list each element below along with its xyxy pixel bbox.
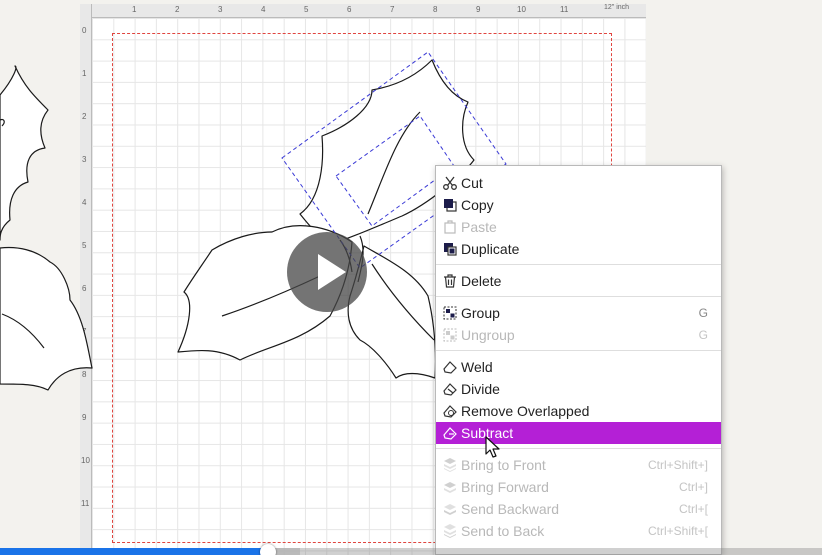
menu-item-label: Group: [461, 305, 500, 321]
menu-item-send-backward: Send Backward Ctrl+[: [436, 498, 721, 520]
menu-item-label: Send Backward: [461, 501, 560, 517]
left-offscreen-leaf[interactable]: [0, 65, 49, 241]
menu-item-weld[interactable]: Weld: [436, 356, 721, 378]
menu-item-paste: Paste: [436, 216, 721, 238]
menu-item-cut[interactable]: Cut: [436, 172, 721, 194]
menu-item-shortcut: G: [698, 306, 708, 320]
duplicate-icon: [444, 243, 457, 256]
menu-item-label: Send to Back: [461, 523, 545, 539]
trash-icon: [444, 274, 456, 288]
bring-forward-icon: [444, 482, 456, 493]
group-icon: [443, 306, 457, 320]
paste-icon: [444, 220, 456, 234]
menu-item-shortcut: Ctrl+[: [678, 502, 708, 516]
menu-item-shortcut: Ctrl+Shift+[: [647, 524, 708, 538]
context-menu: Cut Copy Paste Duplicate Delete Group G …: [435, 165, 722, 555]
video-progress-bar[interactable]: [0, 548, 822, 555]
scissors-icon: [443, 176, 457, 190]
subtract-icon: [443, 427, 457, 440]
menu-item-label: Weld: [461, 359, 493, 375]
menu-item-duplicate[interactable]: Duplicate: [436, 238, 721, 260]
menu-item-label: Paste: [461, 219, 497, 235]
menu-item-label: Bring Forward: [461, 479, 549, 495]
mouse-cursor-icon: [485, 436, 500, 458]
menu-item-bring-forward: Bring Forward Ctrl+]: [436, 476, 721, 498]
menu-separator: [436, 448, 721, 449]
video-scrub-handle[interactable]: [259, 544, 276, 555]
menu-item-label: Remove Overlapped: [461, 403, 590, 419]
menu-item-ungroup: Ungroup G: [436, 324, 721, 346]
menu-item-remove-overlapped[interactable]: Remove Overlapped: [436, 400, 721, 422]
menu-separator: [436, 350, 721, 351]
menu-item-label: Copy: [461, 197, 494, 213]
menu-item-label: Divide: [461, 381, 500, 397]
video-play-button[interactable]: [287, 232, 367, 312]
send-to-back-icon: [444, 524, 456, 538]
menu-item-group[interactable]: Group G: [436, 302, 721, 324]
menu-separator: [436, 264, 721, 265]
menu-item-shortcut: Ctrl+Shift+]: [647, 458, 708, 472]
menu-item-delete[interactable]: Delete: [436, 270, 721, 292]
menu-item-bring-to-front: Bring to Front Ctrl+Shift+]: [436, 454, 721, 476]
copy-icon: [444, 199, 457, 212]
video-progress-fill: [0, 548, 268, 555]
menu-item-label: Cut: [461, 175, 483, 191]
send-backward-icon: [444, 504, 456, 515]
menu-item-label: Bring to Front: [461, 457, 546, 473]
menu-item-label: Ungroup: [461, 327, 515, 343]
weld-icon: [443, 361, 457, 374]
menu-item-shortcut: Ctrl+]: [678, 480, 708, 494]
bring-to-front-icon: [444, 458, 456, 472]
menu-item-shortcut: G: [698, 328, 708, 342]
menu-item-label: Delete: [461, 273, 502, 289]
divide-icon: [443, 383, 457, 396]
menu-item-copy[interactable]: Copy: [436, 194, 721, 216]
remove-overlapped-icon: [443, 405, 457, 418]
menu-item-label: Duplicate: [461, 241, 520, 257]
menu-item-divide[interactable]: Divide: [436, 378, 721, 400]
ungroup-icon: [443, 328, 457, 342]
menu-item-send-to-back: Send to Back Ctrl+Shift+[: [436, 520, 721, 542]
menu-separator: [436, 296, 721, 297]
menu-item-subtract[interactable]: Subtract: [436, 422, 721, 444]
left-lower-leaf[interactable]: [0, 246, 93, 391]
